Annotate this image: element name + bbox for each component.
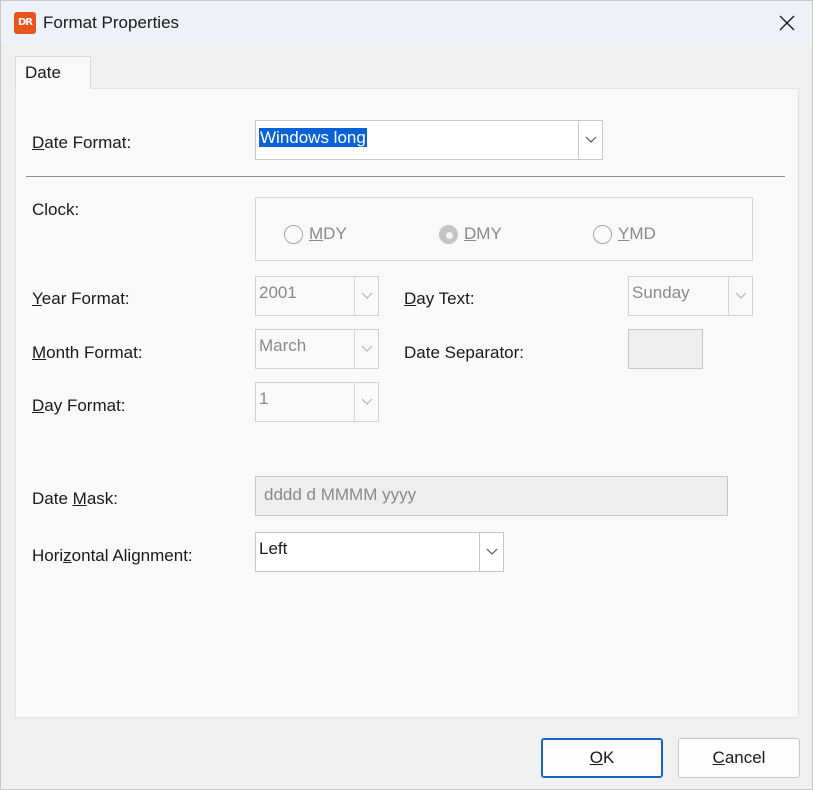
date-format-label: Date Format: <box>32 133 131 153</box>
close-button[interactable] <box>770 7 804 39</box>
chevron-down-icon <box>361 292 372 299</box>
day-format-dropdown-button[interactable] <box>354 383 378 421</box>
date-mask-value: dddd d MMMM yyyy <box>264 485 417 504</box>
close-icon <box>779 15 795 31</box>
horizontal-alignment-value: Left <box>259 539 288 558</box>
day-text-value: Sunday <box>632 283 690 302</box>
section-divider <box>26 176 785 177</box>
cancel-button[interactable]: Cancel <box>678 738 800 778</box>
chevron-down-icon <box>735 292 746 299</box>
date-tab-panel <box>15 88 799 718</box>
clock-label: Clock: <box>32 200 80 219</box>
title-bar: DR Format Properties <box>1 1 812 45</box>
month-format-label: Month Format: <box>32 343 143 362</box>
date-format-dropdown-button[interactable] <box>578 121 602 159</box>
day-format-combo[interactable]: 1 <box>255 382 379 422</box>
month-format-dropdown-button[interactable] <box>354 330 378 368</box>
date-separator-field[interactable] <box>628 329 703 369</box>
date-separator-label: Date Separator: <box>404 343 525 362</box>
radio-ymd-circle <box>593 224 612 244</box>
radio-mdy[interactable]: MDY <box>284 223 347 245</box>
year-format-label: Year Format: <box>32 289 130 308</box>
tab-date[interactable]: Date <box>15 56 91 89</box>
radio-dmy[interactable]: DMY <box>439 223 502 245</box>
year-format-value: 2001 <box>259 283 297 302</box>
tab-date-label: Date <box>25 63 61 82</box>
radio-dmy-label: DMY <box>464 224 502 243</box>
date-format-combo[interactable]: Windows long <box>255 120 603 160</box>
date-mask-field[interactable]: dddd d MMMM yyyy <box>255 476 728 516</box>
horizontal-alignment-combo[interactable]: Left <box>255 532 504 572</box>
radio-mdy-circle <box>284 224 303 244</box>
month-format-value: March <box>259 336 307 355</box>
ok-button-label: OK <box>589 748 615 767</box>
horizontal-alignment-dropdown-button[interactable] <box>479 533 503 571</box>
day-text-dropdown-button[interactable] <box>728 277 752 315</box>
app-logo-icon: DR <box>14 12 36 34</box>
date-format-label-accel: D <box>32 133 45 152</box>
radio-mdy-label: MDY <box>309 224 347 243</box>
chevron-down-icon <box>486 548 497 555</box>
window-title: Format Properties <box>43 13 180 32</box>
date-format-value: Windows long <box>259 128 367 147</box>
day-text-combo[interactable]: Sunday <box>628 276 753 316</box>
format-properties-dialog: DR Format Properties Date Date Format: W… <box>0 0 813 790</box>
radio-ymd[interactable]: YMD <box>593 223 656 245</box>
day-text-label: Day Text: <box>404 289 475 308</box>
radio-dmy-circle <box>439 224 458 244</box>
date-format-label-text: ate Format: <box>44 133 132 152</box>
year-format-combo[interactable]: 2001 <box>255 276 379 316</box>
date-mask-label: Date Mask: <box>32 489 118 508</box>
radio-ymd-label: YMD <box>618 224 656 243</box>
chevron-down-icon <box>585 136 596 143</box>
chevron-down-icon <box>361 345 372 352</box>
chevron-down-icon <box>361 398 372 405</box>
ok-button[interactable]: OK <box>541 738 663 778</box>
horizontal-alignment-label: Horizontal Alignment: <box>32 546 193 565</box>
cancel-button-label: Cancel <box>712 748 766 767</box>
day-format-value: 1 <box>259 389 269 408</box>
year-format-dropdown-button[interactable] <box>354 277 378 315</box>
day-format-label: Day Format: <box>32 396 126 415</box>
month-format-combo[interactable]: March <box>255 329 379 369</box>
